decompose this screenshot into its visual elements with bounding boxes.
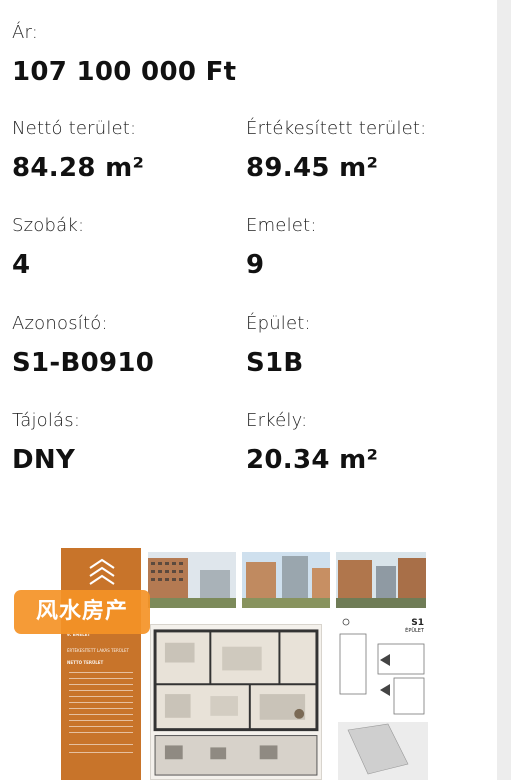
floor-value: 9 — [246, 250, 265, 280]
site-plan: S1 ÉPÜLET — [338, 614, 428, 780]
orientation-value: DNY — [12, 445, 76, 475]
id-value: S1-B0910 — [12, 348, 155, 378]
divider — [69, 672, 133, 673]
building-field: Épület: S1B — [246, 313, 311, 379]
sale-area-field: Értékesített terület: 89.45 m² — [246, 118, 426, 184]
brochure-net-area-heading: NETTÓ TERÜLET — [67, 660, 104, 665]
divider — [69, 714, 133, 715]
divider — [69, 726, 133, 727]
divider — [69, 696, 133, 697]
floor-label: Emelet: — [246, 215, 317, 236]
apartment-floorplan — [150, 624, 322, 780]
divider — [69, 678, 133, 679]
net-area-field: Nettó terület: 84.28 m² — [12, 118, 144, 184]
site-plan-drawing — [338, 618, 428, 780]
sale-area-value: 89.45 m² — [246, 153, 379, 183]
building-value: S1B — [246, 348, 304, 378]
building-photo-1 — [148, 552, 236, 608]
sale-area-label: Értékesített terület: — [246, 118, 427, 139]
id-field: Azonosító: S1-B0910 — [12, 313, 154, 379]
scrollbar-track[interactable] — [497, 0, 511, 780]
balcony-label: Erkély: — [246, 410, 308, 431]
rooms-value: 4 — [12, 250, 31, 280]
price-field: Ár: 107 100 000 Ft — [12, 22, 236, 88]
divider — [69, 752, 133, 753]
balcony-field: Erkély: 20.34 m² — [246, 410, 378, 476]
price-label: Ár: — [12, 22, 39, 43]
orientation-label: Tájolás: — [12, 410, 81, 431]
floorplan-brochure-image[interactable]: 9. EMELET ÉRTÉKESÍTETT LAKÁS TERÜLET NET… — [58, 548, 430, 780]
net-area-value: 84.28 m² — [12, 153, 145, 183]
net-area-label: Nettó terület: — [12, 118, 137, 139]
divider — [69, 690, 133, 691]
building-photo-3 — [336, 552, 426, 608]
building-photo-2 — [242, 552, 330, 608]
building-label-text: Épület — [246, 313, 305, 334]
price-value: 107 100 000 Ft — [12, 57, 237, 87]
divider — [69, 732, 133, 733]
divider — [69, 702, 133, 703]
divider — [69, 708, 133, 709]
balcony-value: 20.34 m² — [246, 445, 379, 475]
rooms-label: Szobák: — [12, 215, 85, 236]
divider — [69, 744, 133, 745]
divider — [69, 684, 133, 685]
orientation-field: Tájolás: DNY — [12, 410, 80, 476]
logo-chevron-icon — [89, 558, 115, 585]
id-label: Azonosító: — [12, 313, 108, 334]
divider — [69, 720, 133, 721]
rooms-field: Szobák: 4 — [12, 215, 84, 281]
brochure-sold-area-line: ÉRTÉKESÍTETT LAKÁS TERÜLET — [67, 648, 129, 653]
watermark-badge: 风水房产 — [14, 590, 150, 634]
floor-field: Emelet: 9 — [246, 215, 317, 281]
brochure-sidebar: 9. EMELET ÉRTÉKESÍTETT LAKÁS TERÜLET NET… — [61, 548, 141, 780]
building-label: Épület: — [246, 313, 311, 334]
